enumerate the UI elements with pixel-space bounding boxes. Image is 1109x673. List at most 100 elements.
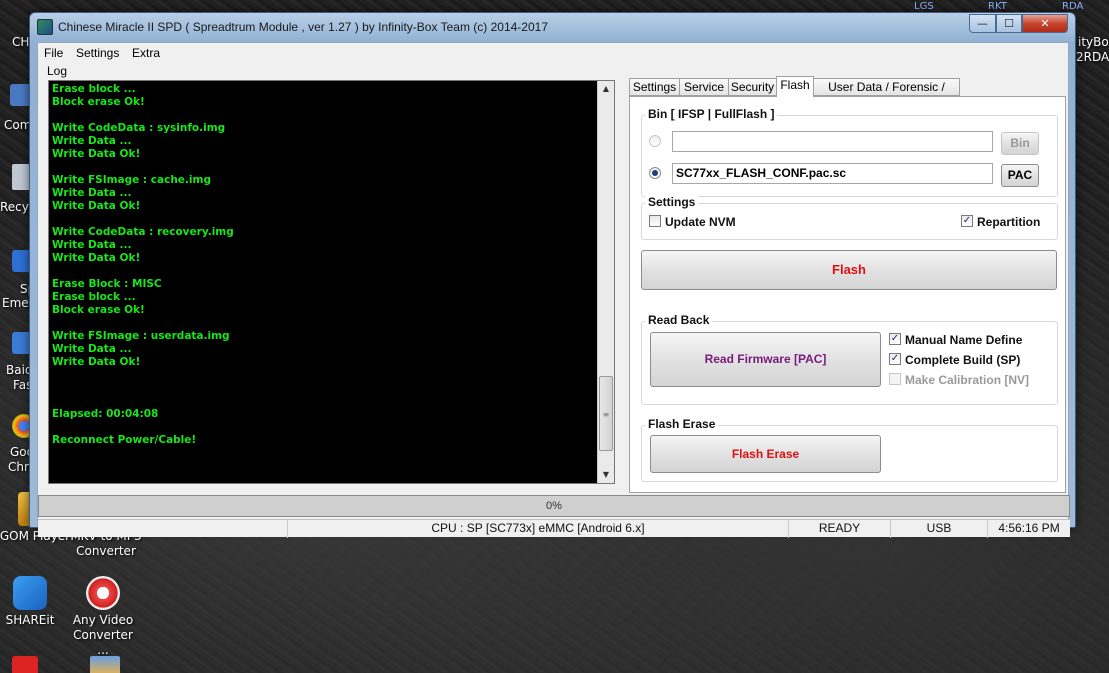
- log-line: Write Data ...: [52, 135, 132, 147]
- status-time: 4:56:16 PM: [987, 520, 1070, 538]
- log-label: Log: [47, 64, 68, 78]
- scroll-down-arrow-icon[interactable]: ▼: [598, 467, 614, 483]
- log-line: Write CodeData : sysinfo.img: [52, 122, 226, 134]
- desktop-icon-label: Any Video Converter ...: [72, 613, 134, 657]
- menu-settings[interactable]: Settings: [76, 46, 119, 60]
- tray-label[interactable]: RDA: [1062, 1, 1083, 12]
- desktop-label-fragment[interactable]: Com: [4, 118, 31, 132]
- maximize-button[interactable]: ☐: [996, 14, 1022, 33]
- bin-group: [641, 115, 1058, 197]
- minimize-button[interactable]: —: [969, 14, 996, 33]
- repartition-label: Repartition: [977, 215, 1041, 229]
- log-line: Write FSImage : cache.img: [52, 174, 211, 186]
- app-icon[interactable]: [12, 656, 38, 673]
- bin-path-field[interactable]: [672, 131, 993, 152]
- tray-label[interactable]: LGS: [914, 1, 934, 12]
- manual-name-label: Manual Name Define: [905, 333, 1023, 347]
- tab-flash[interactable]: Flash: [776, 76, 814, 97]
- manual-name-checkbox[interactable]: ✓: [889, 333, 901, 345]
- log-line: Write Data Ok!: [52, 252, 141, 264]
- log-line: Block erase Ok!: [52, 304, 145, 316]
- log-scrollbar[interactable]: ▲ ≡ ▼: [597, 81, 614, 483]
- update-nvm-label: Update NVM: [665, 215, 736, 229]
- make-calibration-label: Make Calibration [NV]: [905, 373, 1030, 387]
- log-line: Erase block ...: [52, 291, 136, 303]
- bin-button[interactable]: Bin: [1001, 132, 1039, 155]
- desktop-icon-label: SHAREit: [5, 613, 55, 627]
- bin-radio[interactable]: [649, 135, 661, 147]
- desktop-icon-any-video[interactable]: Any Video Converter ...: [68, 576, 138, 658]
- scroll-up-arrow-icon[interactable]: ▲: [598, 81, 614, 97]
- log-lines: Erase block ... Block erase Ok! Write Code…: [52, 83, 597, 447]
- app-icon: [37, 19, 53, 35]
- log-line: Write Data ...: [52, 343, 132, 355]
- desktop-label-fragment[interactable]: CH: [12, 35, 29, 49]
- pac-path-field[interactable]: SC77xx_FLASH_CONF.pac.sc: [672, 163, 993, 184]
- log-line: Erase block ...: [52, 83, 136, 95]
- make-calibration-checkbox[interactable]: [889, 373, 901, 385]
- close-button[interactable]: ✕: [1022, 14, 1068, 33]
- image-icon[interactable]: [90, 656, 120, 673]
- title-bar[interactable]: Chinese Miracle II SPD ( Spreadtrum Modu…: [30, 13, 1075, 41]
- status-cell-empty: [38, 520, 287, 538]
- log-line: Block erase Ok!: [52, 96, 145, 108]
- update-nvm-checkbox[interactable]: [649, 215, 661, 227]
- client-area: File Settings Extra Log Erase block ... B…: [37, 42, 1070, 538]
- status-port: USB: [890, 520, 987, 538]
- flash-erase-button[interactable]: Flash Erase: [650, 435, 881, 473]
- tab-settings[interactable]: Settings: [629, 78, 680, 96]
- status-cpu: CPU : SP [SC773x] eMMC [Android 6.x]: [287, 520, 788, 538]
- flash-panel: Bin [ IFSP | FullFlash ] Bin SC77xx_FLAS…: [629, 96, 1066, 493]
- progress-bar: 0%: [38, 495, 1070, 517]
- flash-button[interactable]: Flash: [641, 250, 1057, 290]
- shareit-icon: [13, 576, 47, 610]
- repartition-checkbox[interactable]: ✓: [961, 215, 973, 227]
- desktop-label-fragment[interactable]: ityBox: [1078, 35, 1109, 49]
- app-window: Chinese Miracle II SPD ( Spreadtrum Modu…: [29, 12, 1076, 538]
- status-bar: CPU : SP [SC773x] eMMC [Android 6.x] REA…: [38, 519, 1070, 538]
- pac-radio[interactable]: [649, 167, 661, 179]
- log-line: Write CodeData : recovery.img: [52, 226, 234, 238]
- log-line: Elapsed: 00:04:08: [52, 408, 159, 420]
- window-title: Chinese Miracle II SPD ( Spreadtrum Modu…: [58, 20, 548, 34]
- menu-bar: File Settings Extra: [38, 43, 1068, 62]
- tab-service[interactable]: Service: [679, 78, 729, 96]
- complete-build-label: Complete Build (SP): [905, 353, 1021, 367]
- menu-extra[interactable]: Extra: [132, 46, 160, 60]
- read-firmware-button[interactable]: Read Firmware [PAC]: [650, 332, 881, 387]
- log-line: Write Data Ok!: [52, 148, 141, 160]
- tray-label[interactable]: RKT: [988, 1, 1007, 12]
- log-line: Erase Block : MISC: [52, 278, 162, 290]
- log-line: Write Data Ok!: [52, 356, 141, 368]
- log-line: Write Data Ok!: [52, 200, 141, 212]
- status-state: READY: [788, 520, 890, 538]
- desktop-label-fragment[interactable]: 2RDA: [1076, 50, 1109, 64]
- log-line: Write FSImage : userdata.img: [52, 330, 230, 342]
- pac-button[interactable]: PAC: [1001, 164, 1039, 187]
- tab-security[interactable]: Security: [728, 78, 777, 96]
- complete-build-checkbox[interactable]: ✓: [889, 353, 901, 365]
- flash-erase-title: Flash Erase: [645, 417, 719, 431]
- log-line: Write Data ...: [52, 187, 132, 199]
- log-line: Reconnect Power/Cable!: [52, 434, 197, 446]
- bin-group-title: Bin [ IFSP | FullFlash ]: [645, 107, 778, 121]
- scroll-thumb[interactable]: ≡: [599, 376, 613, 451]
- any-video-converter-icon: [86, 576, 120, 610]
- log-output[interactable]: Erase block ... Block erase Ok! Write Code…: [48, 80, 615, 484]
- log-line: Write Data ...: [52, 239, 132, 251]
- menu-file[interactable]: File: [44, 46, 63, 60]
- read-back-title: Read Back: [645, 313, 713, 327]
- progress-text: 0%: [546, 500, 562, 512]
- tab-user-data[interactable]: User Data / Forensic / Other: [813, 78, 960, 110]
- desktop-label-fragment[interactable]: Chr: [8, 460, 29, 474]
- desktop-icon-shareit[interactable]: SHAREit: [0, 576, 65, 628]
